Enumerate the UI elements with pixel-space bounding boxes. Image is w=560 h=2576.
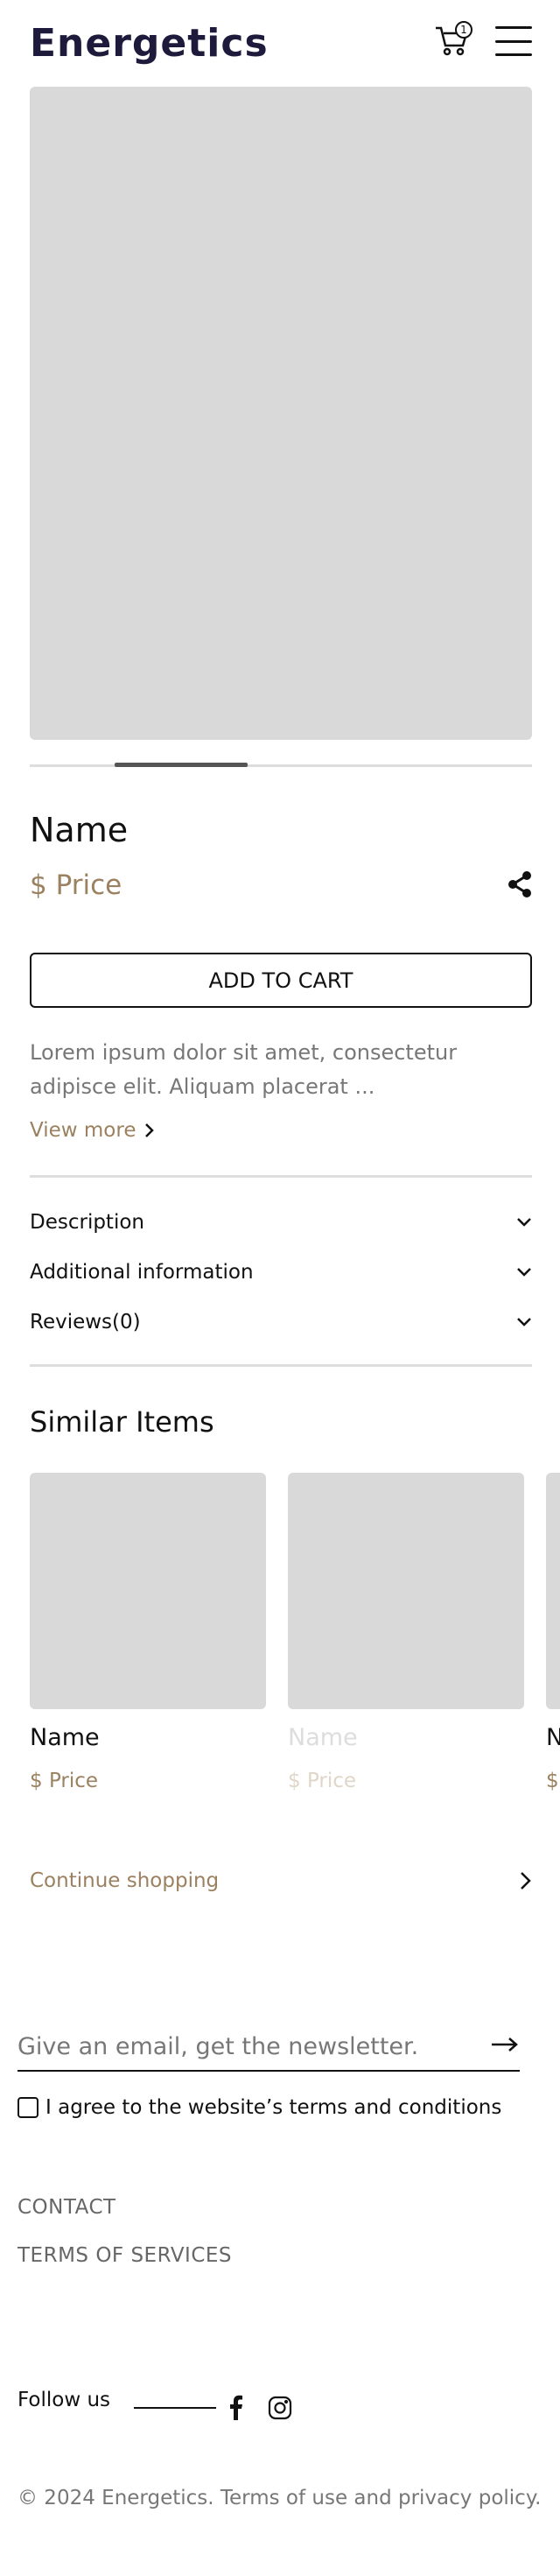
footer-link-terms[interactable]: TERMS OF SERVICES	[18, 2244, 232, 2267]
follow-us-label: Follow us	[18, 2389, 111, 2411]
similar-item-price: $ Price	[546, 1770, 560, 1792]
instagram-icon	[268, 2396, 292, 2420]
product-image[interactable]	[30, 87, 532, 740]
menu-icon[interactable]	[495, 26, 532, 56]
continue-shopping-label: Continue shopping	[30, 1869, 220, 1892]
accordion-label: Additional information	[30, 1261, 254, 1284]
similar-item-name: Name	[546, 1724, 560, 1751]
accordion-reviews[interactable]: Reviews(0)	[30, 1305, 532, 1340]
similar-item-image[interactable]	[30, 1473, 266, 1709]
terms-agreement: I agree to the website’s terms and condi…	[18, 2096, 501, 2119]
accordion-description[interactable]: Description	[30, 1205, 532, 1240]
chevron-right-icon	[145, 1123, 155, 1137]
share-button[interactable]	[506, 870, 534, 898]
facebook-icon	[230, 2395, 242, 2420]
similar-item-price: $ Price	[288, 1770, 357, 1792]
footer-link-contact[interactable]: CONTACT	[18, 2196, 116, 2219]
similar-item-card[interactable]: Name $ Price	[288, 1473, 524, 1792]
facebook-link[interactable]	[226, 2394, 245, 2420]
chevron-down-icon	[517, 1318, 531, 1327]
similar-item-card[interactable]: Name $ Price	[30, 1473, 266, 1792]
accordion-label: Description	[30, 1211, 144, 1234]
terms-label: I agree to the website’s terms and condi…	[46, 2096, 502, 2119]
similar-item-image[interactable]	[288, 1473, 524, 1709]
terms-checkbox[interactable]	[18, 2097, 38, 2118]
view-more-label: View more	[30, 1119, 136, 1142]
arrow-right-icon	[492, 2038, 518, 2052]
divider	[30, 1175, 532, 1178]
newsletter-email-input[interactable]	[18, 2030, 520, 2072]
chevron-right-icon	[521, 1872, 531, 1890]
add-to-cart-button[interactable]: ADD TO CART	[30, 953, 532, 1008]
share-icon	[508, 871, 531, 897]
continue-shopping-link[interactable]: Continue shopping	[30, 1869, 532, 1892]
similar-item-price: $ Price	[30, 1770, 99, 1792]
divider	[30, 1364, 532, 1367]
accordion-label: Reviews(0)	[30, 1311, 141, 1334]
cart-count-badge: 1	[455, 21, 472, 39]
view-more-link[interactable]: View more	[30, 1119, 155, 1142]
similar-item-name: Name	[288, 1724, 358, 1751]
carousel-indicator[interactable]	[115, 763, 248, 767]
chevron-down-icon	[517, 1268, 531, 1277]
chevron-down-icon	[517, 1218, 531, 1227]
follow-divider	[134, 2407, 216, 2409]
brand-logo[interactable]: Energetics	[30, 21, 269, 66]
similar-item-card[interactable]: Name $ Price	[546, 1473, 560, 1805]
similar-item-name: Name	[30, 1724, 100, 1751]
carousel-track[interactable]	[30, 764, 532, 767]
copyright-text: © 2024 Energetics. Terms of use and priv…	[18, 2487, 542, 2509]
newsletter-submit-button[interactable]	[490, 2031, 520, 2058]
similar-items-title: Similar Items	[30, 1405, 214, 1439]
cart-button[interactable]: 1	[434, 21, 474, 60]
accordion-additional-information[interactable]: Additional information	[30, 1255, 532, 1290]
instagram-link[interactable]	[268, 2396, 292, 2420]
similar-item-image[interactable]	[546, 1473, 560, 1709]
product-name: Name	[30, 811, 129, 849]
product-price: $ Price	[30, 869, 122, 901]
product-description: Lorem ipsum dolor sit amet, consectetur …	[30, 1040, 458, 1099]
